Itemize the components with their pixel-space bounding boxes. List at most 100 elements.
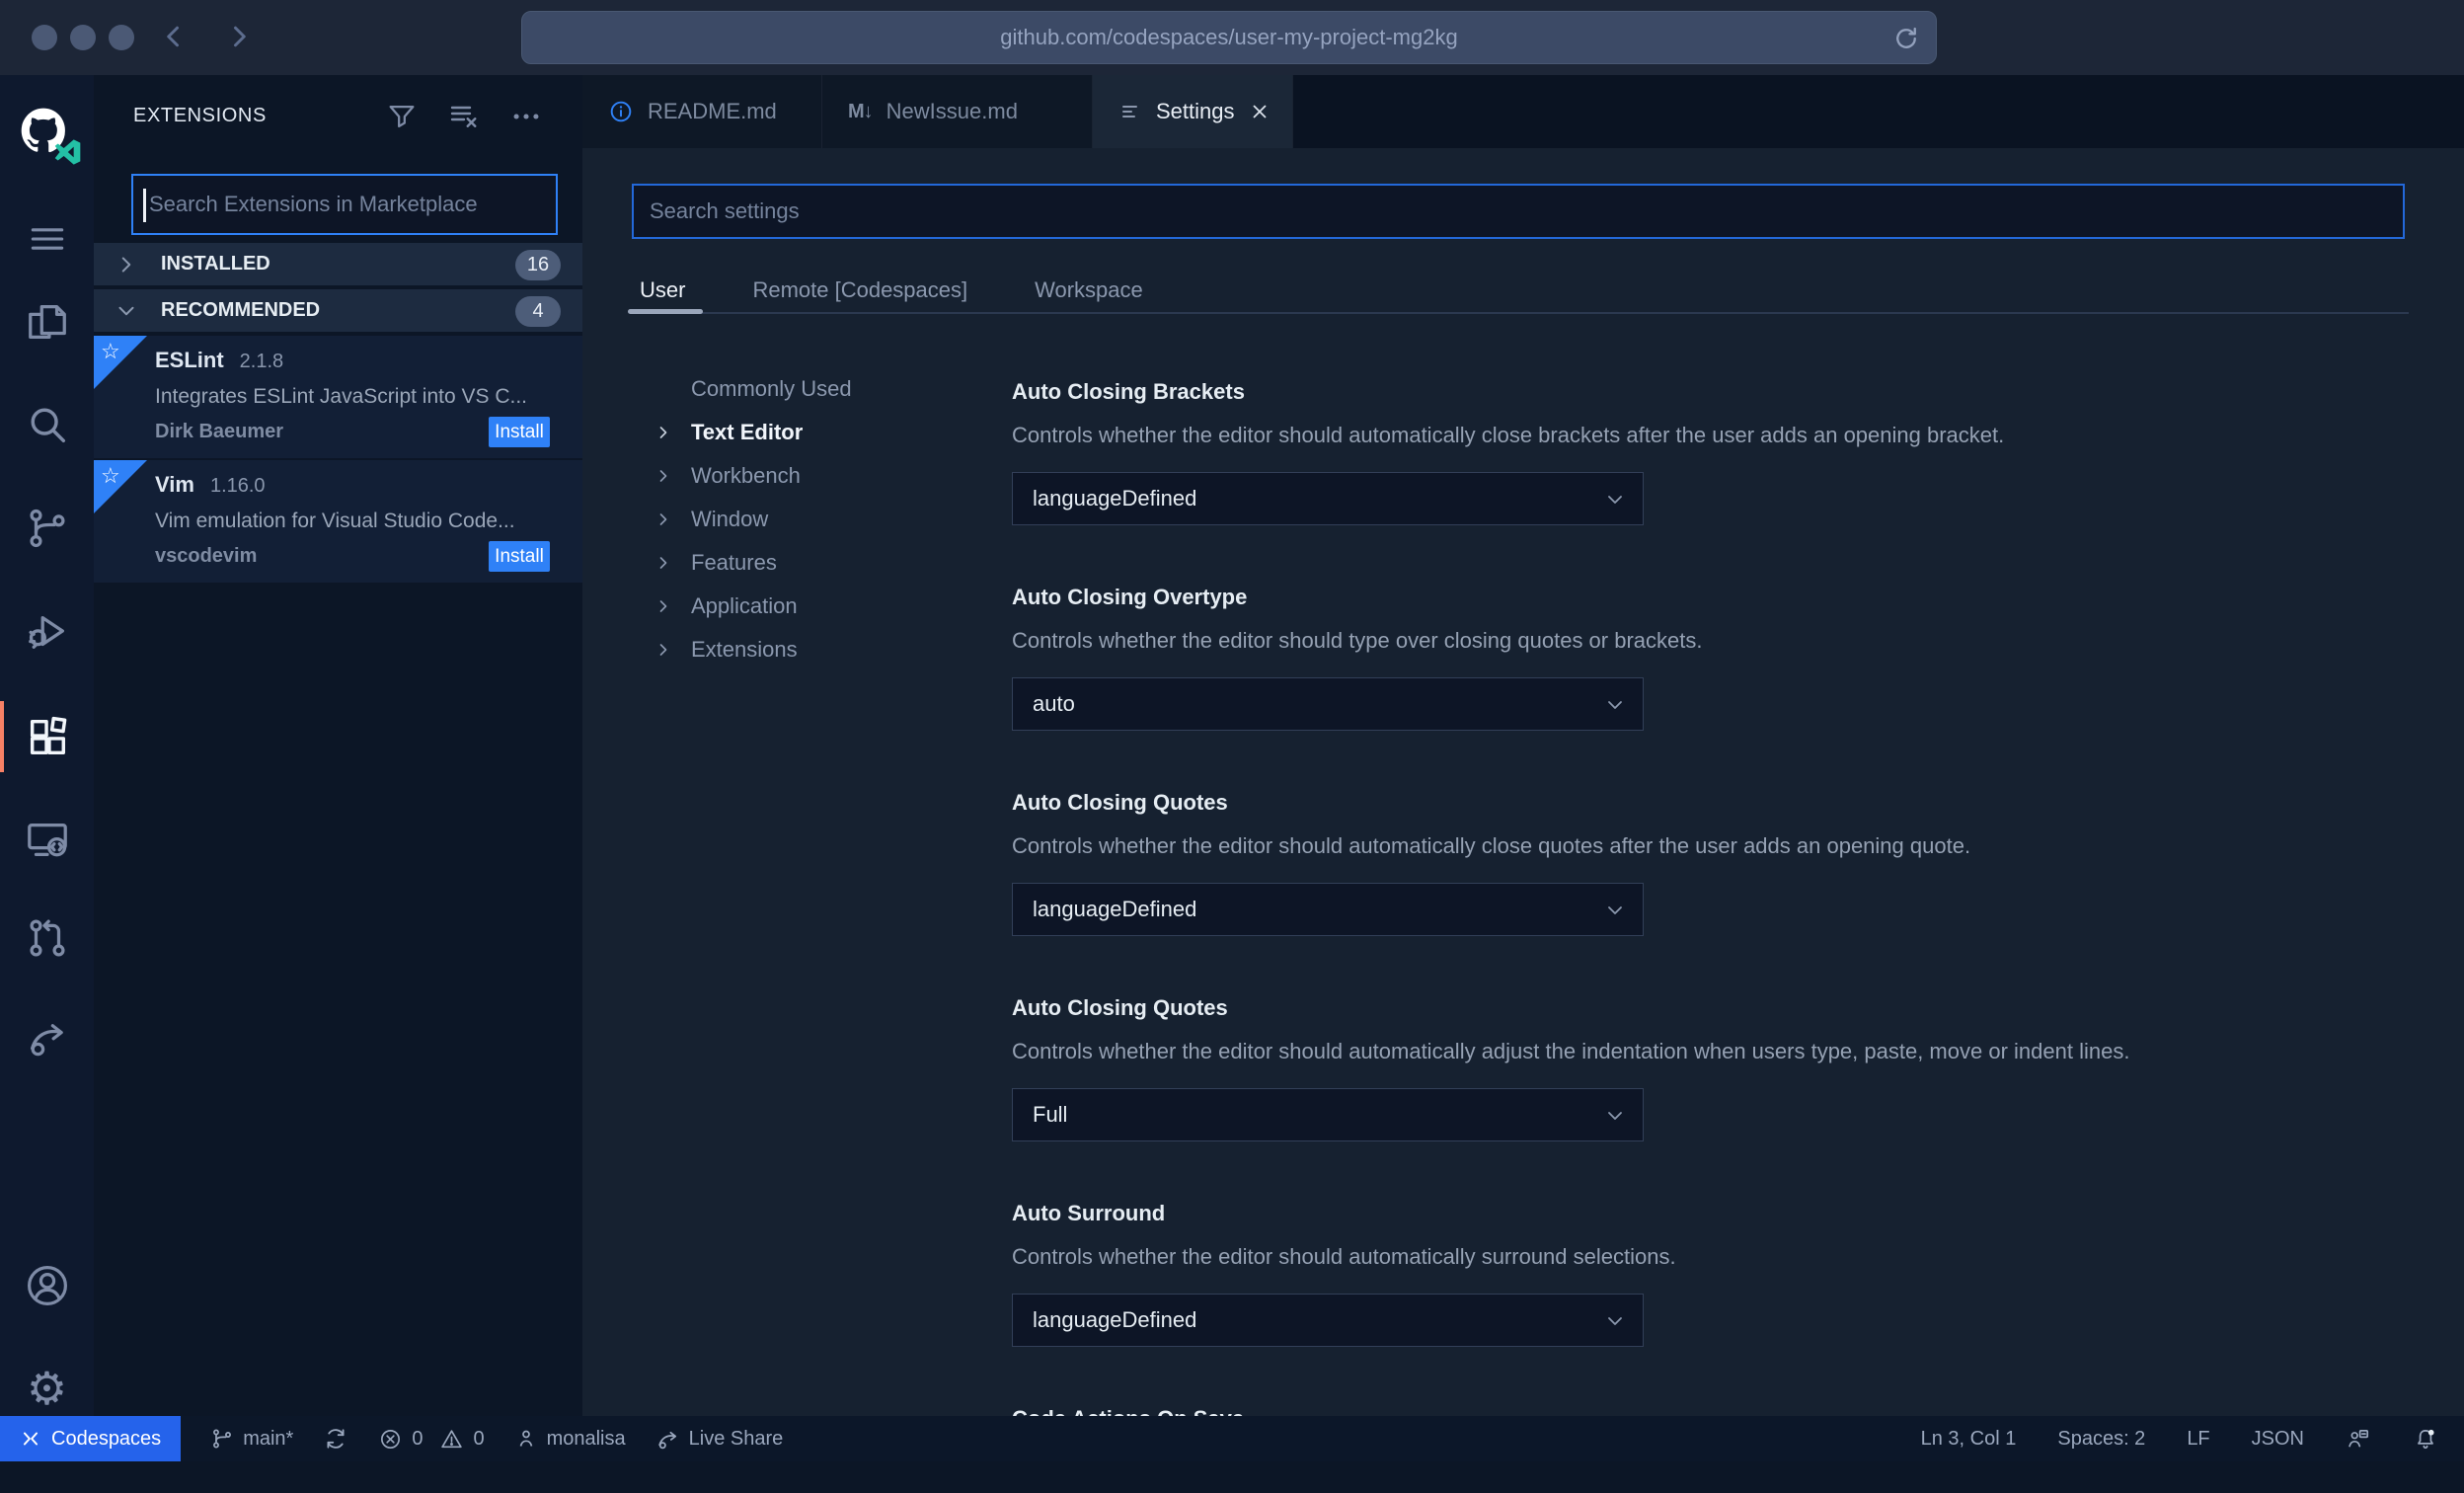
text-caret (143, 189, 146, 222)
setting-description: Controls whether the editor should autom… (1012, 833, 1971, 858)
dropdown-value: auto (1033, 691, 1075, 716)
install-button[interactable]: Install (489, 541, 550, 572)
menu-icon[interactable] (0, 197, 94, 280)
scope-tab-workspace[interactable]: Workspace (1027, 269, 1151, 312)
browser-back-icon[interactable] (160, 22, 190, 51)
setting-title: Auto Closing Brackets (1012, 379, 1245, 404)
search-icon[interactable] (0, 383, 94, 466)
more-actions-icon[interactable] (509, 100, 543, 133)
tab-readme[interactable]: README.md (582, 75, 822, 148)
remote-explorer-icon[interactable] (0, 798, 94, 881)
info-icon (608, 99, 634, 124)
filter-icon[interactable] (385, 100, 419, 133)
section-label: RECOMMENDED (161, 299, 321, 321)
indentation-indicator[interactable]: Spaces: 2 (2057, 1428, 2145, 1451)
github-codespaces-logo-icon[interactable] (0, 89, 94, 180)
feedback-icon[interactable] (2346, 1426, 2371, 1452)
chevron-right-icon (654, 596, 673, 616)
chevron-right-icon (654, 553, 673, 573)
activity-bar: ⚙ (0, 75, 94, 1416)
source-control-icon[interactable] (0, 487, 94, 570)
settings-sliders-icon (1118, 100, 1142, 123)
window-dot[interactable] (70, 25, 96, 50)
cursor-position[interactable]: Ln 3, Col 1 (1921, 1428, 2017, 1451)
extension-publisher: vscodevim (155, 545, 258, 567)
scope-active-underline (628, 309, 703, 314)
list-item-vim[interactable]: ☆ Vim 1.16.0 Vim emulation for Visual St… (94, 460, 582, 583)
setting-dropdown[interactable]: auto (1012, 677, 1644, 731)
dropdown-value: languageDefined (1033, 897, 1197, 921)
toc-item-extensions[interactable]: Extensions (654, 628, 979, 671)
setting-dropdown[interactable]: languageDefined (1012, 472, 1644, 525)
extensions-search-input[interactable] (133, 176, 556, 233)
window-controls[interactable] (32, 25, 134, 50)
chevron-down-icon (1603, 488, 1627, 511)
extension-version: 1.16.0 (209, 475, 266, 497)
toc-item-text-editor[interactable]: Text Editor (654, 411, 979, 454)
codespaces-remote-button[interactable]: Codespaces (0, 1416, 182, 1461)
setting-title: Auto Surround (1012, 1201, 1166, 1225)
toc-item-workbench[interactable]: Workbench (654, 454, 979, 498)
close-icon[interactable] (1249, 101, 1270, 122)
setting-title: Auto Closing Overtype (1012, 585, 1248, 609)
pull-requests-icon[interactable] (0, 897, 94, 980)
setting-dropdown[interactable]: Full (1012, 1088, 1644, 1141)
eol-indicator[interactable]: LF (2187, 1428, 2209, 1451)
error-count: 0 (412, 1427, 424, 1450)
count-badge: 16 (515, 250, 561, 280)
list-item-eslint[interactable]: ☆ ESLint 2.1.8 Integrates ESLint JavaScr… (94, 336, 582, 458)
browser-forward-icon[interactable] (223, 22, 253, 51)
tab-settings[interactable]: Settings (1093, 75, 1293, 148)
chevron-down-icon (1603, 1104, 1627, 1128)
language-mode[interactable]: JSON (2252, 1428, 2304, 1451)
settings-scope-tabs: User Remote [Codespaces] Workspace (632, 269, 1151, 312)
status-bar: Codespaces main* 0 0 monalisa Live Share… (0, 1416, 2464, 1461)
toc-item-commonly-used[interactable]: Commonly Used (654, 367, 979, 411)
section-label: INSTALLED (161, 253, 270, 275)
scope-tab-remote[interactable]: Remote [Codespaces] (744, 269, 975, 312)
setting-auto-closing-overtype: Auto Closing Overtype Controls whether t… (1012, 585, 2433, 731)
run-and-debug-icon[interactable] (0, 590, 94, 673)
chevron-down-icon (1603, 693, 1627, 717)
clear-search-results-icon[interactable] (446, 99, 482, 134)
tab-label: README.md (648, 99, 777, 123)
sync-button[interactable] (323, 1426, 348, 1452)
window-dot[interactable] (109, 25, 134, 50)
explorer-icon[interactable] (0, 280, 94, 363)
extension-version: 2.1.8 (239, 351, 284, 372)
extension-name: Vim (155, 472, 194, 497)
extension-description: Integrates ESLint JavaScript into VS C..… (155, 385, 528, 408)
setting-title: Auto Closing Quotes (1012, 790, 1228, 815)
settings-list: Auto Closing Brackets Controls whether t… (1012, 359, 2433, 1493)
chevron-down-icon (114, 298, 139, 324)
address-bar[interactable]: github.com/codespaces/user-my-project-mg… (521, 11, 1937, 64)
toc-item-features[interactable]: Features (654, 541, 979, 585)
setting-auto-surround: Auto Surround Controls whether the edito… (1012, 1201, 2433, 1347)
scope-tab-user[interactable]: User (632, 269, 693, 312)
account-icon[interactable] (0, 1244, 94, 1327)
tab-newissue[interactable]: M↓ NewIssue.md (822, 75, 1093, 148)
browser-chrome: github.com/codespaces/user-my-project-mg… (0, 0, 2464, 75)
settings-search-input[interactable] (634, 186, 2403, 237)
setting-dropdown[interactable]: languageDefined (1012, 1294, 1644, 1347)
toc-item-application[interactable]: Application (654, 585, 979, 628)
window-dot[interactable] (32, 25, 57, 50)
notifications-bell-icon[interactable] (2413, 1426, 2438, 1452)
refresh-icon[interactable] (1892, 25, 1920, 52)
live-share-icon[interactable] (0, 996, 94, 1079)
count-badge: 4 (515, 296, 561, 327)
section-installed[interactable]: INSTALLED 16 (94, 243, 582, 287)
extensions-icon[interactable] (0, 695, 94, 778)
tab-label: NewIssue.md (886, 99, 1018, 123)
chevron-down-icon (1603, 1309, 1627, 1333)
toc-item-window[interactable]: Window (654, 498, 979, 541)
chevron-right-icon (654, 510, 673, 529)
install-button[interactable]: Install (489, 417, 550, 447)
problems-indicator[interactable]: 0 0 (378, 1427, 485, 1452)
section-recommended[interactable]: RECOMMENDED 4 (94, 289, 582, 334)
setting-dropdown[interactable]: languageDefined (1012, 883, 1644, 936)
live-share-button[interactable]: Live Share (655, 1427, 783, 1452)
user-indicator[interactable]: monalisa (514, 1427, 626, 1451)
branch-indicator[interactable]: main* (210, 1427, 293, 1451)
setting-description: Controls whether the editor should type … (1012, 628, 1703, 653)
